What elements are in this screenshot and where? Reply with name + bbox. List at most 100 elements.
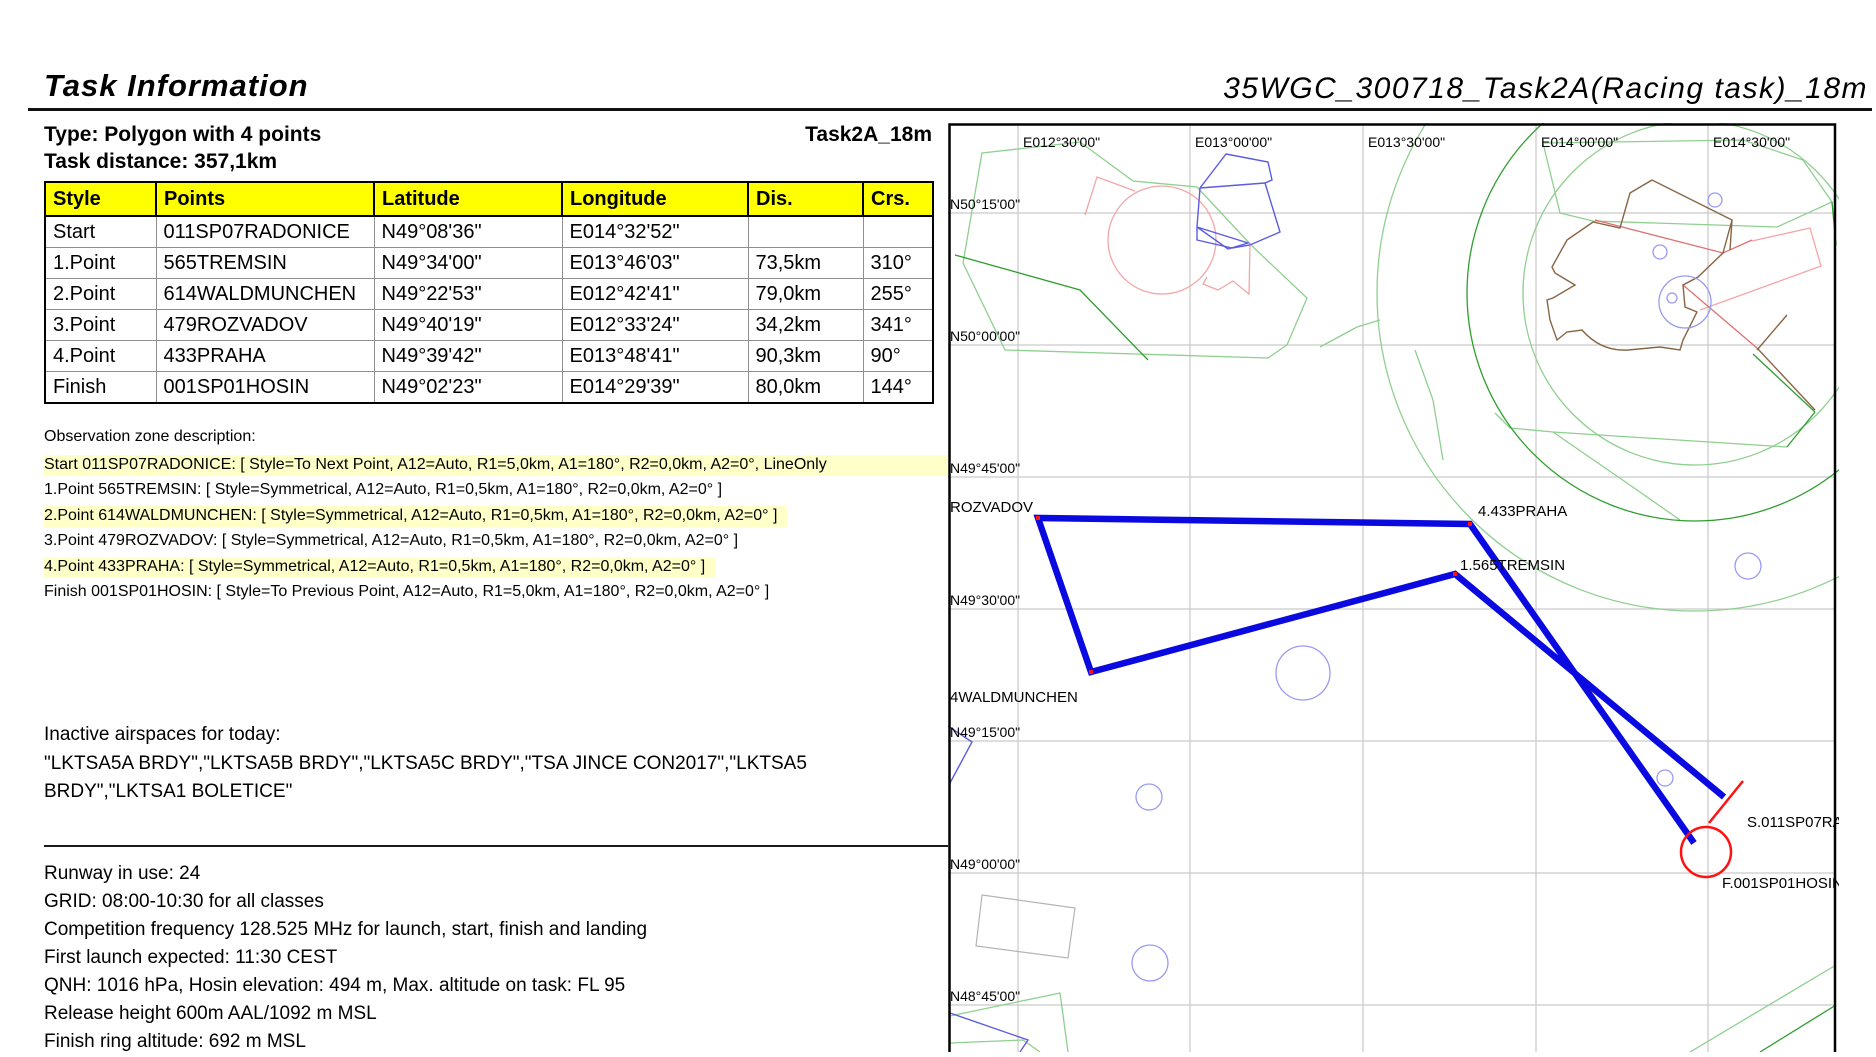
- lat-label: N49°15'00": [950, 724, 1020, 740]
- col-latitude: Latitude: [374, 182, 562, 216]
- col-distance: Dis.: [748, 182, 863, 216]
- cell-longitude: E012°42'41": [562, 279, 748, 310]
- task-route-line: [1038, 518, 1724, 843]
- col-points: Points: [156, 182, 374, 216]
- col-style: Style: [45, 182, 156, 216]
- header-underline: [28, 108, 1872, 111]
- lon-label: E014°30'00": [1713, 134, 1790, 150]
- cell-longitude: E012°33'24": [562, 310, 748, 341]
- inactive-airspaces-line: BRDY","LKTSA1 BOLETICE": [44, 781, 292, 803]
- cell-course: 341°: [863, 310, 933, 341]
- col-course: Crs.: [863, 182, 933, 216]
- cell-distance: 79,0km: [748, 279, 863, 310]
- table-row: 1.Point 565TREMSIN N49°34'00" E013°46'03…: [45, 248, 933, 279]
- cell-distance: 80,0km: [748, 372, 863, 404]
- obs-line-2: 2.Point 614WALDMUNCHEN: [ Style=Symmetri…: [44, 506, 948, 531]
- task-sheet-page: { "header": { "title": "Task Information…: [0, 0, 1876, 1052]
- cell-distance: 34,2km: [748, 310, 863, 341]
- cell-points: 011SP07RADONICE: [156, 216, 374, 248]
- cell-points: 001SP01HOSIN: [156, 372, 374, 404]
- cell-latitude: N49°39'42": [374, 341, 562, 372]
- airspace-layer-red-lines: [1595, 220, 1757, 348]
- task-type-line: Type: Polygon with 4 points: [44, 123, 321, 147]
- table-row: 3.Point 479ROZVADOV N49°40'19" E012°33'2…: [45, 310, 933, 341]
- cell-latitude: N49°34'00": [374, 248, 562, 279]
- note-qnh: QNH: 1016 hPa, Hosin elevation: 494 m, M…: [44, 975, 625, 997]
- note-release-height: Release height 600m AAL/1092 m MSL: [44, 1003, 377, 1025]
- inactive-airspaces-title: Inactive airspaces for today:: [44, 724, 281, 746]
- task-name-label: Task2A_18m: [640, 123, 932, 147]
- cell-style: Finish: [45, 372, 156, 404]
- gray-area-feature: [976, 895, 1075, 958]
- lat-label: N50°00'00": [950, 328, 1020, 344]
- cell-points: 433PRAHA: [156, 341, 374, 372]
- note-runway: Runway in use: 24: [44, 863, 200, 885]
- page-title: Task Information: [44, 68, 309, 104]
- table-row: Start 011SP07RADONICE N49°08'36" E014°32…: [45, 216, 933, 248]
- document-title: 35WGC_300718_Task2A(Racing task)_18m: [900, 72, 1868, 106]
- cell-longitude: E014°29'39": [562, 372, 748, 404]
- lon-label: E014°00'00": [1541, 134, 1618, 150]
- cell-points: 614WALDMUNCHEN: [156, 279, 374, 310]
- cell-latitude: N49°02'23": [374, 372, 562, 404]
- obs-line-4: 4.Point 433PRAHA: [ Style=Symmetrical, A…: [44, 557, 948, 582]
- cell-longitude: E014°32'52": [562, 216, 748, 248]
- cell-style: 4.Point: [45, 341, 156, 372]
- note-frequency: Competition frequency 128.525 MHz for la…: [44, 919, 647, 941]
- lon-label: E013°00'00": [1195, 134, 1272, 150]
- cell-style: Start: [45, 216, 156, 248]
- table-row: 4.Point 433PRAHA N49°39'42" E013°48'41" …: [45, 341, 933, 372]
- cell-style: 1.Point: [45, 248, 156, 279]
- note-first-launch: First launch expected: 11:30 CEST: [44, 947, 337, 969]
- airspace-layer-pink: [1085, 177, 1821, 310]
- cell-points: 479ROZVADOV: [156, 310, 374, 341]
- cell-course: 144°: [863, 372, 933, 404]
- divider-rule: [44, 845, 948, 847]
- table-row: 2.Point 614WALDMUNCHEN N49°22'53" E012°4…: [45, 279, 933, 310]
- airspace-layer-brown: [1547, 180, 1815, 410]
- lat-label: N49°00'00": [950, 856, 1020, 872]
- lon-label: E013°30'00": [1368, 134, 1445, 150]
- obs-line-finish: Finish 001SP01HOSIN: [ Style=To Previous…: [44, 582, 948, 607]
- obs-line-start: Start 011SP07RADONICE: [ Style=To Next P…: [44, 455, 948, 480]
- waypoint-table: Style Points Latitude Longitude Dis. Crs…: [44, 181, 934, 404]
- waypoint-label-praha: 4.433PRAHA: [1478, 503, 1567, 520]
- obs-line-1: 1.Point 565TREMSIN: [ Style=Symmetrical,…: [44, 480, 948, 505]
- cell-style: 2.Point: [45, 279, 156, 310]
- cell-course: 90°: [863, 341, 933, 372]
- latitude-labels: N50°15'00" N50°00'00" N49°45'00" N49°30'…: [950, 196, 1020, 1004]
- task-vertex-markers: [1036, 516, 1472, 674]
- table-header-row: Style Points Latitude Longitude Dis. Crs…: [45, 182, 933, 216]
- cell-course: [863, 216, 933, 248]
- lat-label: N50°15'00": [950, 196, 1020, 212]
- cell-distance: [748, 216, 863, 248]
- cell-course: 310°: [863, 248, 933, 279]
- waypoint-label-waldmunchen: 4WALDMUNCHEN: [950, 689, 1078, 706]
- cell-latitude: N49°22'53": [374, 279, 562, 310]
- task-distance-line: Task distance: 357,1km: [44, 150, 277, 174]
- cell-distance: 73,5km: [748, 248, 863, 279]
- waypoint-labels: ROZVADOV 4.433PRAHA 1.565TREMSIN 4WALDMU…: [950, 499, 1839, 892]
- col-longitude: Longitude: [562, 182, 748, 216]
- note-finish-ring: Finish ring altitude: 692 m MSL: [44, 1031, 306, 1053]
- finish-ring: [1681, 827, 1731, 877]
- obs-line-3: 3.Point 479ROZVADOV: [ Style=Symmetrical…: [44, 531, 948, 556]
- inactive-airspaces-line: "LKTSA5A BRDY","LKTSA5B BRDY","LKTSA5C B…: [44, 753, 807, 775]
- cell-longitude: E013°48'41": [562, 341, 748, 372]
- waypoint-label-start: S.011SP07RA: [1747, 814, 1839, 831]
- cell-style: 3.Point: [45, 310, 156, 341]
- cell-points: 565TREMSIN: [156, 248, 374, 279]
- note-grid: GRID: 08:00-10:30 for all classes: [44, 891, 324, 913]
- lat-label: N48°45'00": [950, 988, 1020, 1004]
- cell-longitude: E013°46'03": [562, 248, 748, 279]
- map-graticule: [948, 123, 1836, 1052]
- longitude-labels: E012°30'00" E013°00'00" E013°30'00" E014…: [1023, 134, 1790, 150]
- airspace-circles-blue: [1132, 193, 1761, 981]
- lon-label: E012°30'00": [1023, 134, 1100, 150]
- lat-label: N49°30'00": [950, 592, 1020, 608]
- cell-course: 255°: [863, 279, 933, 310]
- waypoint-label-finish: F.001SP01HOSIN: [1722, 875, 1839, 892]
- cell-latitude: N49°40'19": [374, 310, 562, 341]
- task-map: E012°30'00" E013°00'00" E013°30'00" E014…: [948, 123, 1839, 1052]
- waypoint-label-tremsin: 1.565TREMSIN: [1460, 557, 1565, 574]
